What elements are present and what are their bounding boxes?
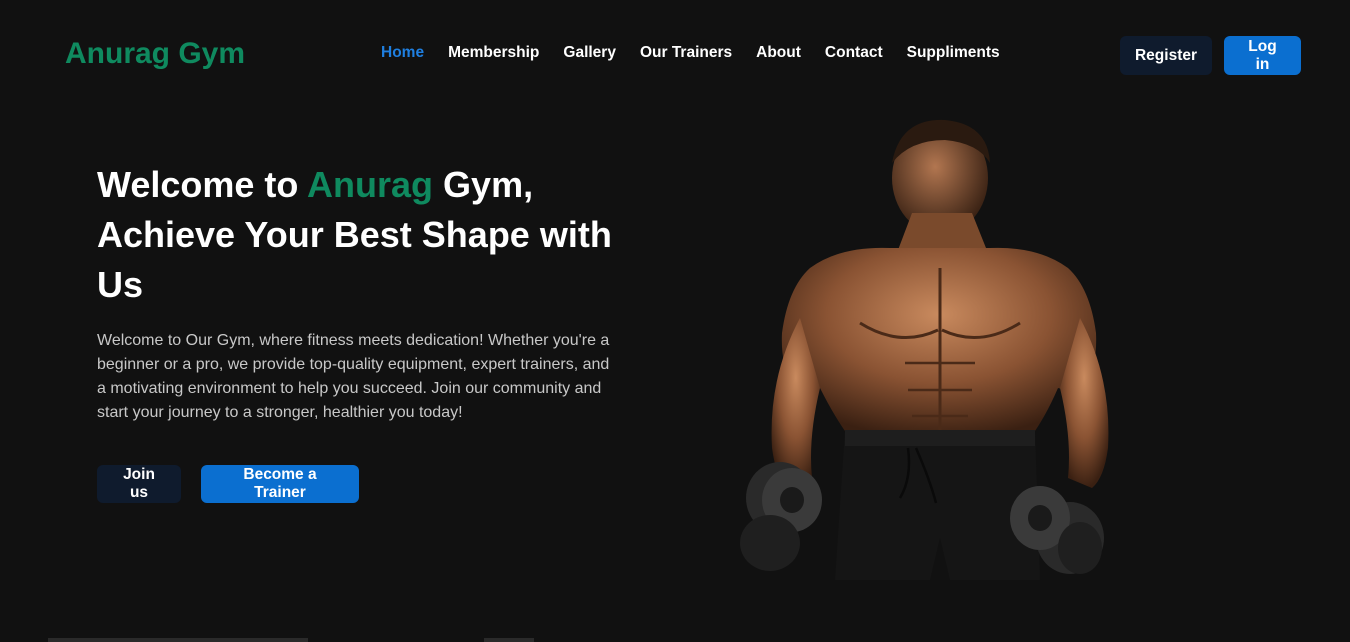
join-us-button[interactable]: Join us — [97, 465, 181, 503]
nav-item-about[interactable]: About — [756, 44, 801, 62]
hero-title-prefix: Welcome to — [97, 164, 308, 205]
nav-item-suppliments[interactable]: Suppliments — [907, 44, 1000, 62]
login-button[interactable]: Log in — [1224, 36, 1301, 75]
register-button[interactable]: Register — [1120, 36, 1212, 75]
hero-title: Welcome to Anurag Gym, Achieve Your Best… — [97, 160, 657, 310]
nav-item-our-trainers[interactable]: Our Trainers — [640, 44, 732, 62]
nav-item-membership[interactable]: Membership — [448, 44, 539, 62]
hero-description: Welcome to Our Gym, where fitness meets … — [97, 332, 610, 421]
section-divider-right — [484, 638, 534, 642]
brand-logo[interactable]: Anurag Gym — [65, 37, 245, 71]
hero-title-accent: Anurag — [307, 164, 434, 205]
bodybuilder-with-dumbbells-image — [740, 119, 1109, 580]
nav-item-contact[interactable]: Contact — [825, 44, 883, 62]
section-divider-left — [48, 638, 308, 642]
main-nav: Home Membership Gallery Our Trainers Abo… — [381, 44, 1000, 62]
nav-item-gallery[interactable]: Gallery — [563, 44, 616, 62]
become-trainer-button[interactable]: Become a Trainer — [201, 465, 359, 503]
nav-item-home[interactable]: Home — [381, 44, 424, 62]
